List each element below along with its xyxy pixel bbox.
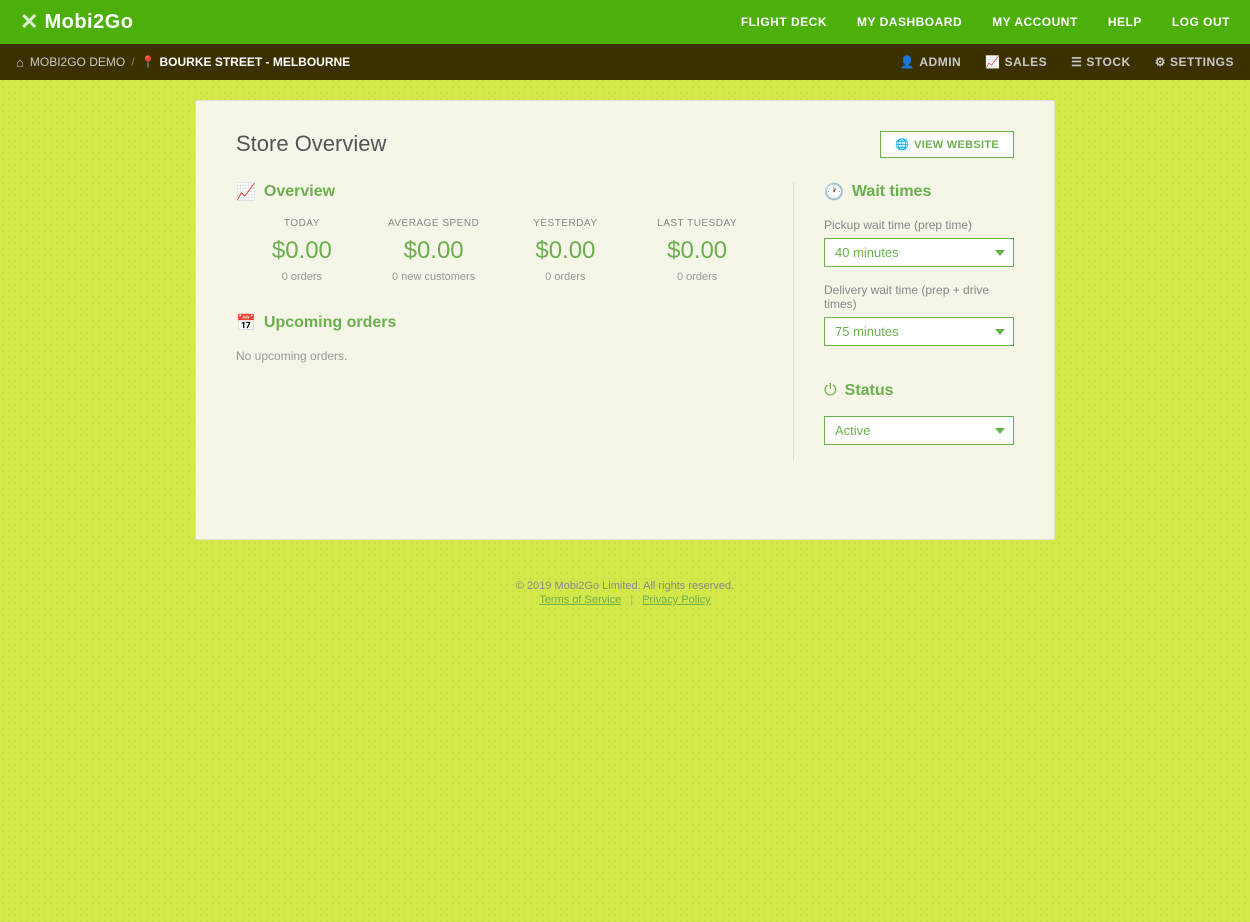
stat-yesterday-label: YESTERDAY bbox=[500, 218, 632, 229]
status-header: ⏻ Status bbox=[824, 382, 1014, 400]
top-nav-links: FLIGHT DECK MY DASHBOARD MY ACCOUNT HELP… bbox=[741, 15, 1230, 29]
stat-lasttuesday-sub: 0 orders bbox=[631, 271, 763, 283]
pickup-wait-select[interactable]: 10 minutes 20 minutes 30 minutes 40 minu… bbox=[824, 238, 1014, 267]
logout-link[interactable]: LOG OUT bbox=[1172, 15, 1230, 29]
terms-of-service-link[interactable]: Terms of Service bbox=[539, 594, 621, 606]
globe-icon: 🌐 bbox=[895, 138, 909, 151]
page-wrapper: Store Overview 🌐 VIEW WEBSITE 📈 Overview… bbox=[0, 80, 1250, 560]
breadcrumb-left: ⌂ MOBI2GO DEMO / 📍 BOURKE STREET - MELBO… bbox=[16, 55, 350, 70]
stats-row: TODAY $0.00 0 orders AVERAGE SPEND $0.00… bbox=[236, 218, 763, 283]
settings-icon: ⚙ bbox=[1155, 55, 1166, 69]
breadcrumb-separator: / bbox=[131, 55, 134, 69]
my-dashboard-link[interactable]: MY DASHBOARD bbox=[857, 15, 962, 29]
privacy-policy-link[interactable]: Privacy Policy bbox=[642, 594, 710, 606]
stat-lasttuesday-label: LAST TUESDAY bbox=[631, 218, 763, 229]
stat-last-tuesday: LAST TUESDAY $0.00 0 orders bbox=[631, 218, 763, 283]
admin-link[interactable]: 👤 ADMIN bbox=[900, 55, 961, 69]
left-column: 📈 Overview TODAY $0.00 0 orders AVERAGE … bbox=[236, 182, 794, 461]
stat-yesterday-value: $0.00 bbox=[500, 237, 632, 265]
two-col-layout: 📈 Overview TODAY $0.00 0 orders AVERAGE … bbox=[236, 182, 1014, 461]
footer-links: Terms of Service | Privacy Policy bbox=[0, 594, 1250, 606]
stock-icon: ☰ bbox=[1071, 55, 1082, 69]
delivery-wait-select[interactable]: 30 minutes 45 minutes 60 minutes 75 minu… bbox=[824, 317, 1014, 346]
stock-link[interactable]: ☰ STOCK bbox=[1071, 55, 1131, 69]
stat-today-sub: 0 orders bbox=[236, 271, 368, 283]
wait-times-title: Wait times bbox=[852, 183, 931, 201]
status-title: Status bbox=[845, 382, 894, 400]
no-orders-message: No upcoming orders. bbox=[236, 349, 763, 363]
logo: ✕ Mobi2Go bbox=[20, 9, 133, 35]
status-select[interactable]: Active Inactive Busy bbox=[824, 416, 1014, 445]
breadcrumb-home[interactable]: MOBI2GO DEMO bbox=[30, 55, 125, 69]
sales-icon: 📈 bbox=[985, 55, 1000, 69]
pickup-wait-label: Pickup wait time (prep time) bbox=[824, 218, 1014, 232]
calendar-icon: 📅 bbox=[236, 313, 256, 333]
overview-header: 📈 Overview bbox=[236, 182, 763, 202]
location-pin-icon: 📍 bbox=[141, 55, 156, 69]
stat-yesterday: YESTERDAY $0.00 0 orders bbox=[500, 218, 632, 283]
overview-title: Overview bbox=[264, 183, 335, 201]
stat-avg-sub: 0 new customers bbox=[368, 271, 500, 283]
help-link[interactable]: HELP bbox=[1108, 15, 1142, 29]
clock-icon: 🕐 bbox=[824, 182, 844, 202]
logo-text: Mobi2Go bbox=[44, 11, 133, 34]
upcoming-orders-title: Upcoming orders bbox=[264, 314, 396, 332]
sales-link[interactable]: 📈 SALES bbox=[985, 55, 1047, 69]
upcoming-orders-section: 📅 Upcoming orders No upcoming orders. bbox=[236, 313, 763, 363]
stat-avg-label: AVERAGE SPEND bbox=[368, 218, 500, 229]
upcoming-orders-header: 📅 Upcoming orders bbox=[236, 313, 763, 333]
stat-avg-spend: AVERAGE SPEND $0.00 0 new customers bbox=[368, 218, 500, 283]
settings-link[interactable]: ⚙ SETTINGS bbox=[1155, 55, 1234, 69]
stat-yesterday-sub: 0 orders bbox=[500, 271, 632, 283]
logo-icon: ✕ bbox=[20, 9, 38, 35]
status-section: ⏻ Status Active Inactive Busy bbox=[824, 382, 1014, 461]
stat-today-label: TODAY bbox=[236, 218, 368, 229]
content-card: Store Overview 🌐 VIEW WEBSITE 📈 Overview… bbox=[195, 100, 1055, 540]
copyright-text: © 2019 Mobi2Go Limited. All rights reser… bbox=[0, 580, 1250, 592]
footer-separator: | bbox=[630, 594, 633, 606]
admin-icon: 👤 bbox=[900, 55, 915, 69]
breadcrumb-right: 👤 ADMIN 📈 SALES ☰ STOCK ⚙ SETTINGS bbox=[900, 55, 1234, 69]
overview-icon: 📈 bbox=[236, 182, 256, 202]
power-icon: ⏻ bbox=[824, 382, 837, 400]
footer: © 2019 Mobi2Go Limited. All rights reser… bbox=[0, 580, 1250, 606]
view-website-button[interactable]: 🌐 VIEW WEBSITE bbox=[880, 131, 1014, 158]
breadcrumb-location: 📍 BOURKE STREET - MELBOURNE bbox=[141, 55, 351, 69]
home-icon: ⌂ bbox=[16, 55, 24, 70]
stat-lasttuesday-value: $0.00 bbox=[631, 237, 763, 265]
location-label: BOURKE STREET - MELBOURNE bbox=[160, 55, 351, 69]
stat-today: TODAY $0.00 0 orders bbox=[236, 218, 368, 283]
wait-times-header: 🕐 Wait times bbox=[824, 182, 1014, 202]
right-column: 🕐 Wait times Pickup wait time (prep time… bbox=[794, 182, 1014, 461]
stat-today-value: $0.00 bbox=[236, 237, 368, 265]
top-navigation: ✕ Mobi2Go FLIGHT DECK MY DASHBOARD MY AC… bbox=[0, 0, 1250, 44]
store-header: Store Overview 🌐 VIEW WEBSITE bbox=[236, 131, 1014, 158]
my-account-link[interactable]: MY ACCOUNT bbox=[992, 15, 1078, 29]
breadcrumb-navigation: ⌂ MOBI2GO DEMO / 📍 BOURKE STREET - MELBO… bbox=[0, 44, 1250, 80]
delivery-wait-label: Delivery wait time (prep + drive times) bbox=[824, 283, 1014, 311]
stat-avg-value: $0.00 bbox=[368, 237, 500, 265]
page-title: Store Overview bbox=[236, 131, 386, 157]
flight-deck-link[interactable]: FLIGHT DECK bbox=[741, 15, 827, 29]
